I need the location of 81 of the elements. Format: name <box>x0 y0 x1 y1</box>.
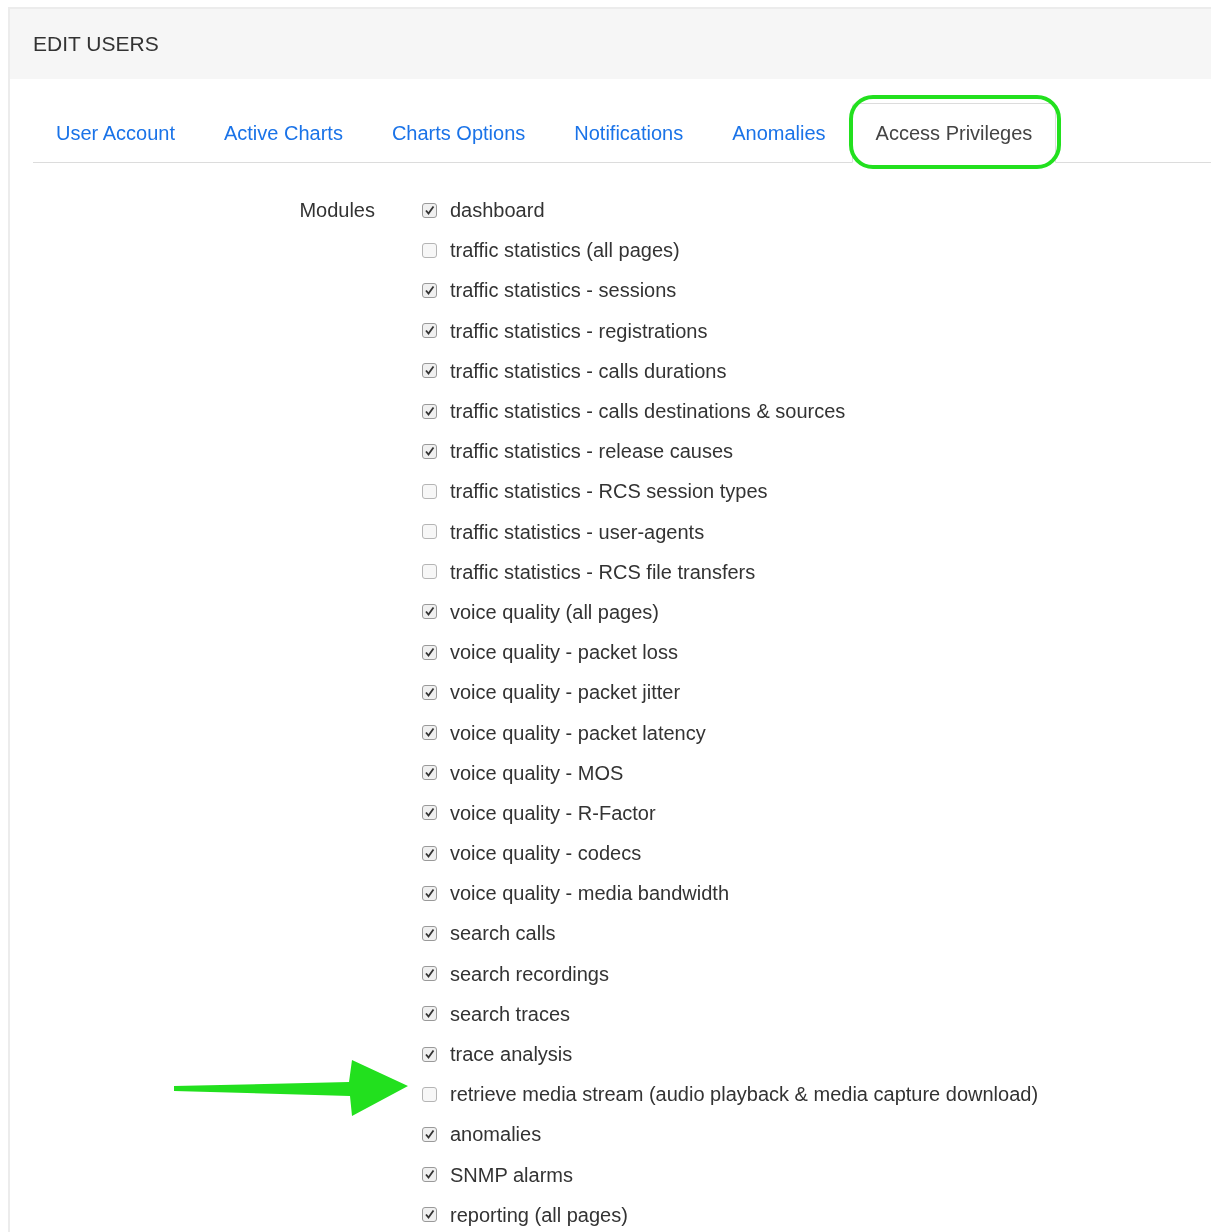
modules-label: Modules <box>299 198 375 223</box>
module-label: search calls <box>450 921 556 947</box>
module-label: voice quality - packet latency <box>450 720 706 746</box>
checkmark-icon <box>424 807 435 819</box>
checkbox[interactable] <box>422 564 437 580</box>
checkmark-icon <box>424 445 435 457</box>
tab[interactable]: Active Charts <box>200 103 366 163</box>
module-label: voice quality - packet loss <box>450 640 678 666</box>
checkmark-icon <box>424 727 435 739</box>
tab[interactable]: Charts Options <box>368 103 549 163</box>
checkbox[interactable] <box>422 443 437 459</box>
module-label: traffic statistics - registrations <box>450 318 708 344</box>
checkmark-icon <box>424 606 435 618</box>
module-label: anomalies <box>450 1122 542 1148</box>
checkbox[interactable] <box>422 483 437 499</box>
checkbox[interactable] <box>422 242 437 258</box>
module-label: traffic statistics - RCS session types <box>450 479 768 505</box>
module-label: traffic statistics - calls durations <box>450 358 727 384</box>
checkbox[interactable] <box>422 966 437 982</box>
module-label: voice quality - codecs <box>450 841 642 867</box>
module-label: traffic statistics - user-agents <box>450 519 705 545</box>
checkmark-icon <box>424 686 435 698</box>
checkbox[interactable] <box>422 1207 437 1223</box>
checkbox[interactable] <box>422 925 437 941</box>
page-title: EDIT USERS <box>33 31 159 58</box>
checkbox[interactable] <box>422 403 437 419</box>
checkmark-icon <box>424 325 435 337</box>
checkmark-icon <box>424 284 435 296</box>
tab[interactable]: User Account <box>33 103 198 163</box>
module-label: traffic statistics - RCS file transfers <box>450 559 756 585</box>
tab[interactable]: Anomalies <box>709 103 849 163</box>
checkbox[interactable] <box>422 282 437 298</box>
checkbox[interactable] <box>422 845 437 861</box>
checkbox[interactable] <box>422 524 437 540</box>
checkmark-icon <box>424 1048 435 1060</box>
module-label: search recordings <box>450 961 609 987</box>
module-label: voice quality - MOS <box>450 760 624 786</box>
checkbox[interactable] <box>422 363 437 379</box>
module-label: voice quality - R-Factor <box>450 800 656 826</box>
checkmark-icon <box>424 887 435 899</box>
checkmark-icon <box>424 1008 435 1020</box>
checkbox[interactable] <box>422 1167 437 1183</box>
checkbox[interactable] <box>422 765 437 781</box>
module-label: search traces <box>450 1001 571 1027</box>
tab[interactable]: Access Privileges <box>851 103 1057 163</box>
checkmark-icon <box>424 1169 435 1181</box>
checkbox[interactable] <box>422 1126 437 1142</box>
checkmark-icon <box>424 365 435 377</box>
checkbox[interactable] <box>422 885 437 901</box>
checkbox[interactable] <box>422 684 437 700</box>
module-label: dashboard <box>450 198 545 224</box>
checkmark-icon <box>424 927 435 939</box>
checkmark-icon <box>424 1209 435 1221</box>
checkbox[interactable] <box>422 725 437 741</box>
checkbox[interactable] <box>422 1006 437 1022</box>
module-label: voice quality (all pages) <box>450 599 659 625</box>
module-label: SNMP alarms <box>450 1162 573 1188</box>
checkbox[interactable] <box>422 1086 437 1102</box>
checkmark-icon <box>424 968 435 980</box>
module-label: traffic statistics - sessions <box>450 278 677 304</box>
checkmark-icon <box>424 1128 435 1140</box>
checkbox[interactable] <box>422 604 437 620</box>
module-label: retrieve media stream (audio playback & media capture download) <box>450 1082 1039 1108</box>
module-label: voice quality - packet jitter <box>450 680 681 706</box>
checkmark-icon <box>424 204 435 216</box>
checkbox[interactable] <box>422 805 437 821</box>
module-label: traffic statistics - release causes <box>450 439 734 465</box>
checkmark-icon <box>424 646 435 658</box>
checkbox[interactable] <box>422 644 437 660</box>
module-label: trace analysis <box>450 1042 573 1068</box>
module-label: reporting (all pages) <box>450 1202 628 1228</box>
tab[interactable]: Notifications <box>551 103 707 163</box>
module-label: traffic statistics (all pages) <box>450 238 680 264</box>
checkmark-icon <box>424 767 435 779</box>
checkmark-icon <box>424 405 435 417</box>
module-label: traffic statistics - calls destinations & sources <box>450 399 846 425</box>
module-label: voice quality - media bandwidth <box>450 881 730 907</box>
checkbox[interactable] <box>422 323 437 339</box>
checkbox[interactable] <box>422 1046 437 1062</box>
checkmark-icon <box>424 847 435 859</box>
checkbox[interactable] <box>422 202 437 218</box>
